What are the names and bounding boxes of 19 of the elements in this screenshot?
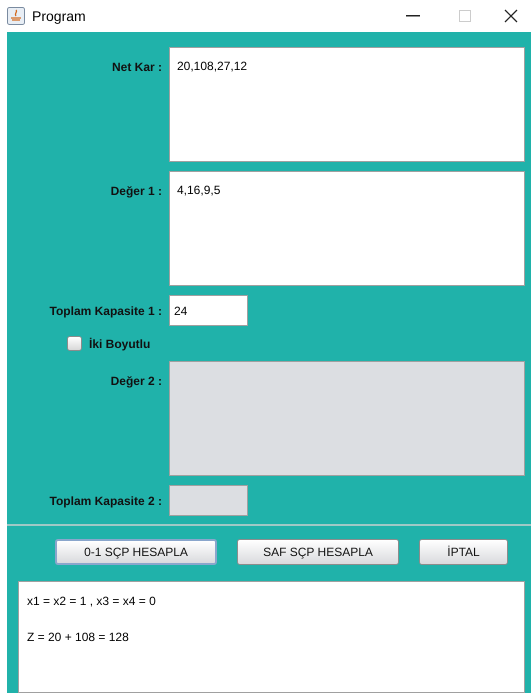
window-title: Program [32, 6, 86, 26]
result-line: Z = 20 + 108 = 128 [27, 629, 130, 646]
field-label: Değer 2 : [110, 373, 162, 390]
result-line: x1 = x2 = 1 , x3 = x4 = 0 [27, 593, 157, 610]
app-icon [7, 7, 25, 25]
close-icon[interactable] [504, 9, 518, 23]
action-button[interactable]: 0-1 SÇP HESAPLA [55, 539, 217, 565]
checkbox-label: İki Boyutlu [89, 336, 150, 352]
input-field[interactable]: 24 [169, 295, 248, 326]
action-button[interactable]: SAF SÇP HESAPLA [237, 539, 399, 565]
checkbox[interactable] [67, 336, 82, 351]
text-area[interactable]: 20,108,27,12 [169, 47, 525, 162]
field-label: Toplam Kapasite 2 : [50, 492, 162, 510]
field-label: Net Kar : [112, 59, 162, 76]
minimize-icon[interactable] [406, 15, 420, 17]
field-label: Toplam Kapasite 1 : [50, 302, 162, 320]
text-area[interactable]: 4,16,9,5 [169, 171, 525, 286]
field-label: Değer 1 : [110, 183, 162, 200]
action-button[interactable]: İPTAL [419, 539, 508, 565]
